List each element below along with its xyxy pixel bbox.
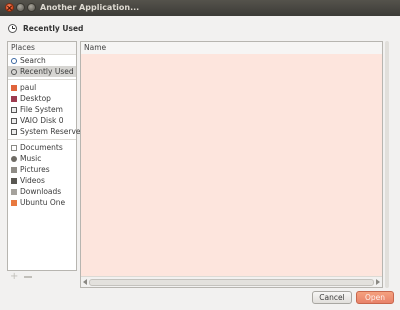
places-sidebar: Places Search Recently Used paul Desktop Fil… (7, 41, 85, 271)
places-item-search[interactable]: Search (8, 55, 76, 66)
places-item-desktop[interactable]: Desktop (8, 93, 76, 104)
close-window-icon[interactable] (5, 3, 14, 12)
horizontal-scrollbar[interactable] (81, 276, 382, 287)
places-item-label: Downloads (20, 187, 62, 196)
cancel-button[interactable]: Cancel (312, 291, 352, 304)
places-item-label: paul (20, 83, 37, 92)
recent-clock-icon (8, 23, 17, 33)
places-item-ubuntu-one[interactable]: Ubuntu One (8, 197, 76, 208)
places-item-label: Documents (20, 143, 63, 152)
places-item-file-system[interactable]: File System (8, 104, 76, 115)
downloads-folder-icon (11, 188, 17, 195)
places-item-label: Pictures (20, 165, 50, 174)
places-item-videos[interactable]: Videos (8, 175, 76, 186)
places-item-label: File System (20, 105, 63, 114)
add-bookmark-button[interactable]: + (10, 272, 20, 282)
documents-folder-icon (11, 144, 17, 151)
places-item-recently-used[interactable]: Recently Used (8, 66, 76, 77)
location-header: Recently Used (8, 21, 83, 35)
file-list[interactable]: Name (80, 41, 383, 288)
places-item-label: Videos (20, 176, 45, 185)
music-folder-icon (11, 155, 17, 162)
places-item-vaio-disk-0[interactable]: VAIO Disk 0 (8, 115, 76, 126)
window-title: Another Application... (40, 3, 140, 12)
desktop-icon (11, 95, 17, 102)
minimize-window-icon[interactable] (16, 3, 25, 12)
places-item-label: Desktop (20, 94, 51, 103)
vertical-scrollbar[interactable] (385, 41, 389, 288)
places-item-label: VAIO Disk 0 (20, 116, 64, 125)
pictures-folder-icon (11, 166, 17, 173)
places-item-label: Search (20, 56, 46, 65)
drive-icon (11, 106, 17, 113)
scroll-right-icon[interactable] (376, 279, 380, 285)
places-item-label: Music (20, 154, 42, 163)
places-item-downloads[interactable]: Downloads (8, 186, 76, 197)
places-item-system-reserved[interactable]: System Reserved (8, 126, 85, 137)
file-list-area[interactable] (81, 54, 382, 276)
places-item-label: System Reserved (20, 127, 86, 136)
maximize-window-icon[interactable] (27, 3, 36, 12)
open-button[interactable]: Open (356, 291, 394, 304)
places-item-documents[interactable]: Documents (8, 142, 76, 153)
scroll-left-icon[interactable] (83, 279, 87, 285)
drive-icon (11, 117, 17, 124)
file-chooser-dialog: Recently Used Places Search Recently Used… (0, 16, 400, 310)
places-item-label: Recently Used (20, 67, 74, 76)
current-location-label: Recently Used (23, 23, 84, 33)
places-item-paul[interactable]: paul (8, 82, 76, 93)
drive-icon (11, 128, 17, 135)
remove-bookmark-button[interactable] (24, 276, 32, 278)
clock-icon (11, 68, 17, 75)
places-item-music[interactable]: Music (8, 153, 76, 164)
places-separator (8, 79, 76, 80)
places-item-label: Ubuntu One (20, 198, 66, 207)
places-item-pictures[interactable]: Pictures (8, 164, 76, 175)
home-folder-icon (11, 84, 17, 91)
title-bar: Another Application... (0, 0, 400, 16)
search-icon (11, 57, 17, 64)
places-heading: Places (8, 42, 76, 55)
places-separator (8, 139, 76, 140)
horizontal-scroll-thumb[interactable] (89, 279, 374, 286)
videos-folder-icon (11, 177, 17, 184)
ubuntu-one-icon (11, 199, 17, 206)
